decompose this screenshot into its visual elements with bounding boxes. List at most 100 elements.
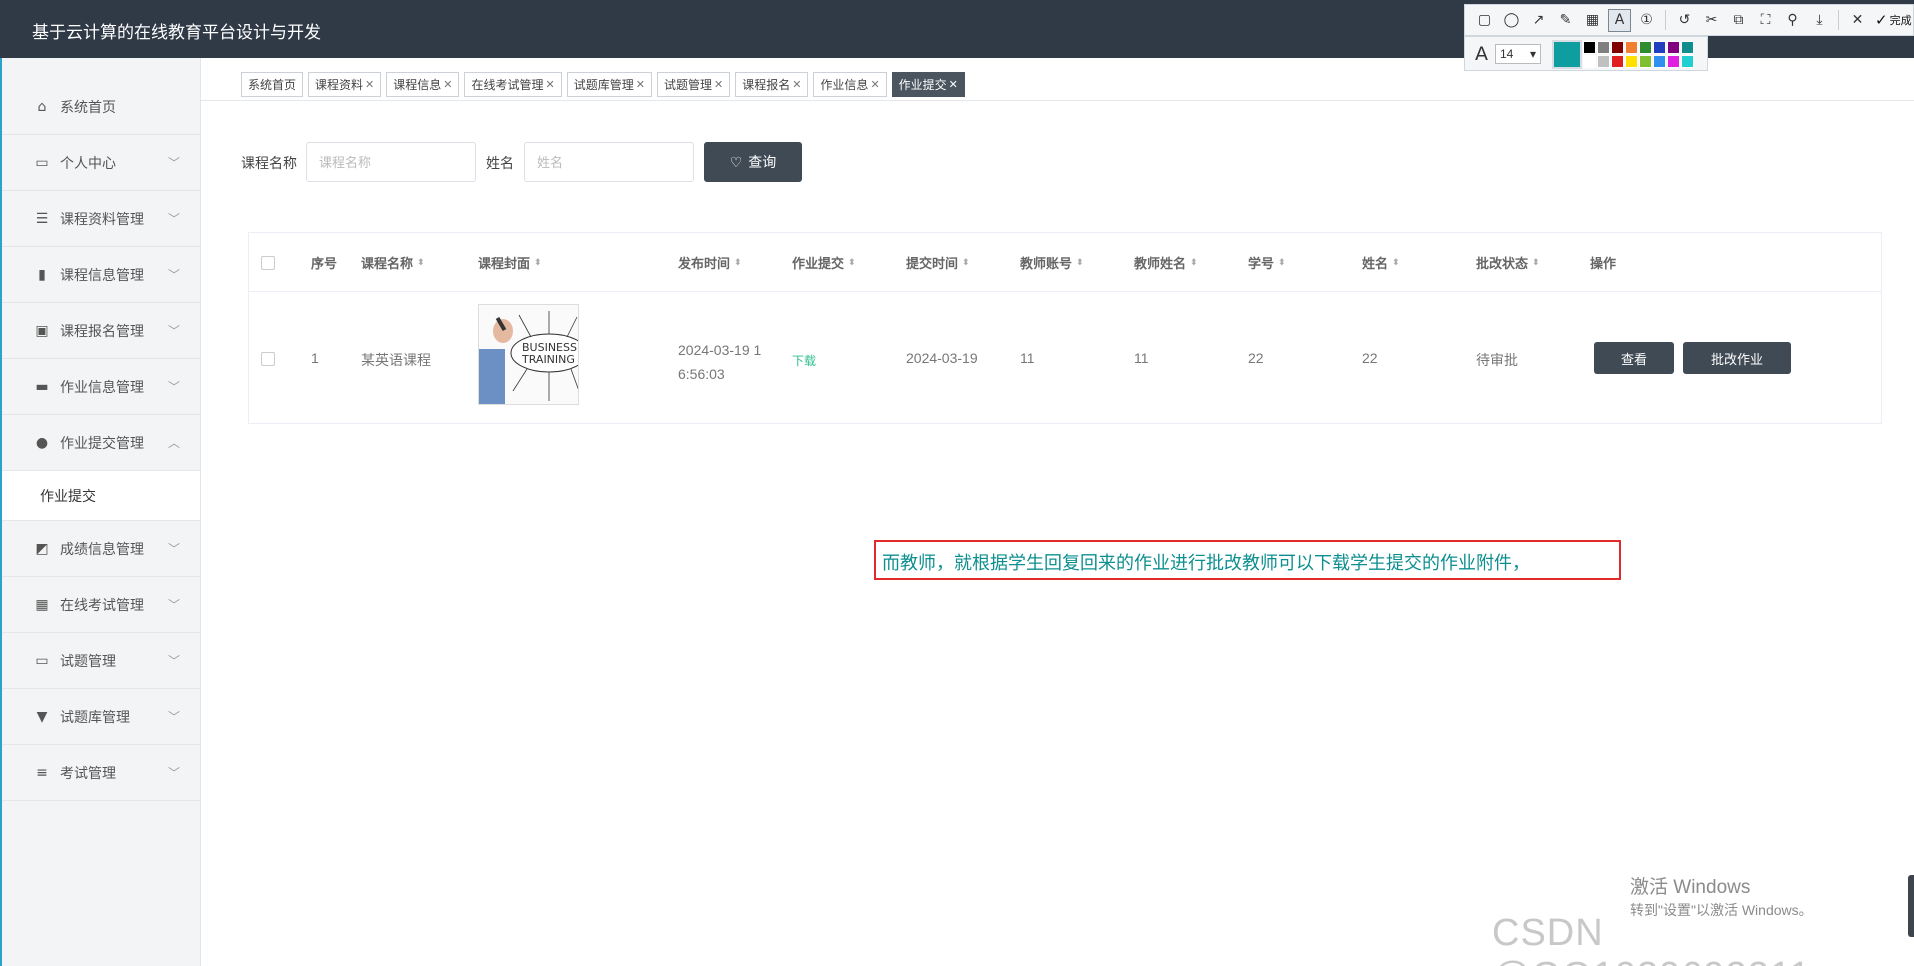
- close-icon[interactable]: ✕: [1846, 9, 1869, 32]
- color-swatch[interactable]: [1611, 55, 1624, 68]
- color-swatch[interactable]: [1667, 55, 1680, 68]
- close-icon[interactable]: ✕: [546, 78, 555, 91]
- column-header-submission[interactable]: 作业提交 ⬍: [792, 253, 856, 272]
- column-header-actions: 操作: [1590, 256, 1617, 271]
- color-swatch[interactable]: [1597, 55, 1610, 68]
- color-swatch[interactable]: [1681, 55, 1694, 68]
- column-header-cover[interactable]: 课程封面 ⬍: [478, 253, 542, 272]
- sidebar-item-label: 作业提交管理: [60, 434, 144, 451]
- arrow-tool-icon[interactable]: ↗: [1527, 9, 1550, 32]
- color-swatch[interactable]: [1653, 55, 1666, 68]
- close-icon[interactable]: ✕: [636, 78, 645, 91]
- sidebar-item-7[interactable]: ◩ 成绩信息管理 ﹀: [2, 521, 200, 577]
- close-icon[interactable]: ✕: [949, 78, 958, 91]
- line-chart-icon: ◩: [35, 540, 49, 557]
- sidebar-item-11[interactable]: ≡ 考试管理 ﹀: [2, 745, 200, 801]
- color-swatch[interactable]: [1639, 55, 1652, 68]
- pencil-tool-icon[interactable]: ✎: [1554, 9, 1577, 32]
- color-swatch[interactable]: [1639, 41, 1652, 54]
- check-icon: ✓: [1875, 11, 1888, 29]
- windows-activation-title: 激活 Windows: [1630, 877, 1751, 898]
- name-input[interactable]: [524, 142, 694, 182]
- sidebar-item-label: 系统首页: [60, 98, 116, 115]
- sidebar-item-9[interactable]: ▭ 试题管理 ﹀: [2, 633, 200, 689]
- text-tool-icon[interactable]: A: [1608, 8, 1631, 32]
- tab-6[interactable]: 课程报名 ✕: [735, 72, 809, 97]
- close-icon[interactable]: ✕: [714, 78, 723, 91]
- color-swatch[interactable]: [1583, 55, 1596, 68]
- close-icon[interactable]: ✕: [443, 78, 452, 91]
- color-swatch[interactable]: [1681, 41, 1694, 54]
- download-link[interactable]: 下载: [792, 352, 816, 369]
- mosaic-tool-icon[interactable]: ▦: [1581, 9, 1604, 32]
- sort-icon: ⬍: [734, 257, 742, 268]
- submenu-item-homework-submit[interactable]: 作业提交: [2, 471, 200, 521]
- sidebar-item-2[interactable]: ☰ 课程资料管理 ﹀: [2, 191, 200, 247]
- color-swatch[interactable]: [1583, 41, 1596, 54]
- done-button[interactable]: ✓ 完成: [1875, 11, 1912, 29]
- color-swatch[interactable]: [1653, 41, 1666, 54]
- column-header-teacher-account[interactable]: 教师账号 ⬍: [1020, 253, 1084, 272]
- number-tool-icon[interactable]: ①: [1635, 9, 1658, 32]
- sort-icon: ⬍: [1076, 257, 1084, 268]
- course-name-input[interactable]: [306, 142, 476, 182]
- ocr-icon[interactable]: ⛶: [1754, 9, 1777, 32]
- column-header-teacher-name[interactable]: 教师姓名 ⬍: [1134, 253, 1198, 272]
- current-color-swatch[interactable]: [1552, 40, 1582, 69]
- rectangle-tool-icon[interactable]: ▢: [1473, 9, 1496, 32]
- color-swatch[interactable]: [1625, 55, 1638, 68]
- column-header-name[interactable]: 姓名 ⬍: [1362, 253, 1400, 272]
- tab-7[interactable]: 作业信息 ✕: [813, 72, 887, 97]
- cut-icon[interactable]: ✂: [1700, 9, 1723, 32]
- column-header-course-name[interactable]: 课程名称 ⬍: [361, 253, 425, 272]
- grade-homework-button[interactable]: 批改作业: [1683, 342, 1791, 374]
- sidebar-item-4[interactable]: ▣ 课程报名管理 ﹀: [2, 303, 200, 359]
- sidebar-item-5[interactable]: ▬ 作业信息管理 ﹀: [2, 359, 200, 415]
- sidebar-item-10[interactable]: ▼ 试题库管理 ﹀: [2, 689, 200, 745]
- close-icon[interactable]: ✕: [365, 78, 374, 91]
- query-button[interactable]: ♡ 查询: [704, 142, 802, 182]
- tab-5[interactable]: 试题管理 ✕: [656, 72, 731, 97]
- tab-1[interactable]: 课程资料 ✕: [308, 72, 382, 97]
- color-swatch[interactable]: [1597, 41, 1610, 54]
- color-swatch[interactable]: [1611, 41, 1624, 54]
- font-size-select[interactable]: 14 ▾: [1495, 44, 1541, 64]
- tab-3[interactable]: 在线考试管理 ✕: [464, 72, 562, 97]
- column-header-publish-time[interactable]: 发布时间 ⬍: [678, 253, 742, 272]
- color-swatch[interactable]: [1667, 41, 1680, 54]
- chevron-down-icon: ▾: [1529, 47, 1536, 61]
- sidebar-item-3[interactable]: ▮ 课程信息管理 ﹀: [2, 247, 200, 303]
- select-all-checkbox[interactable]: [261, 256, 275, 270]
- tab-0[interactable]: 系统首页: [241, 72, 304, 97]
- query-label: 查询: [748, 154, 777, 170]
- pin-icon[interactable]: ⚲: [1781, 9, 1804, 32]
- sidebar: ⌂ 系统首页 ▭ 个人中心 ﹀ ☰ 课程资料管理 ﹀ ▮ 课程信息管理 ﹀ ▣ 课程报名管理 ﹀ ▬ 作业信息…: [2, 58, 201, 966]
- annotation-textbox[interactable]: 而教师，就根据学生回复回来的作业进行批改教师可以下载学生提交的作业附件，: [874, 540, 1621, 580]
- row-checkbox[interactable]: [261, 352, 275, 366]
- tab-2[interactable]: 课程信息 ✕: [386, 72, 460, 97]
- sidebar-item-1[interactable]: ▭ 个人中心 ﹀: [2, 135, 200, 191]
- close-icon[interactable]: ✕: [870, 78, 879, 91]
- scrollbar-handle[interactable]: [1908, 875, 1914, 937]
- sidebar-item-0[interactable]: ⌂ 系统首页: [2, 79, 200, 135]
- ellipse-tool-icon[interactable]: ◯: [1500, 9, 1523, 32]
- view-button[interactable]: 查看: [1594, 342, 1674, 374]
- sidebar-item-8[interactable]: ▦ 在线考试管理 ﹀: [2, 577, 200, 633]
- chevron-down-icon: ﹀: [167, 598, 180, 612]
- column-header-status[interactable]: 批改状态 ⬍: [1476, 253, 1540, 272]
- toolbar-divider: [1838, 10, 1839, 30]
- sliders-icon: ☰: [35, 210, 49, 227]
- app-title: 基于云计算的在线教育平台设计与开发: [32, 23, 321, 42]
- undo-icon[interactable]: ↺: [1673, 9, 1696, 32]
- sidebar-item-6[interactable]: ● 作业提交管理 ︿: [2, 415, 200, 471]
- download-icon[interactable]: ⤓: [1808, 9, 1831, 32]
- close-icon[interactable]: ✕: [792, 78, 801, 91]
- tab-8[interactable]: 作业提交 ✕: [891, 72, 965, 97]
- name-label: 姓名: [486, 155, 514, 171]
- tab-4[interactable]: 试题库管理 ✕: [566, 72, 652, 97]
- sort-icon: ⬍: [1190, 257, 1198, 268]
- color-swatch[interactable]: [1625, 41, 1638, 54]
- column-header-student-id[interactable]: 学号 ⬍: [1248, 253, 1286, 272]
- column-header-submit-time[interactable]: 提交时间 ⬍: [906, 253, 970, 272]
- copy-icon[interactable]: ⧉: [1727, 9, 1750, 32]
